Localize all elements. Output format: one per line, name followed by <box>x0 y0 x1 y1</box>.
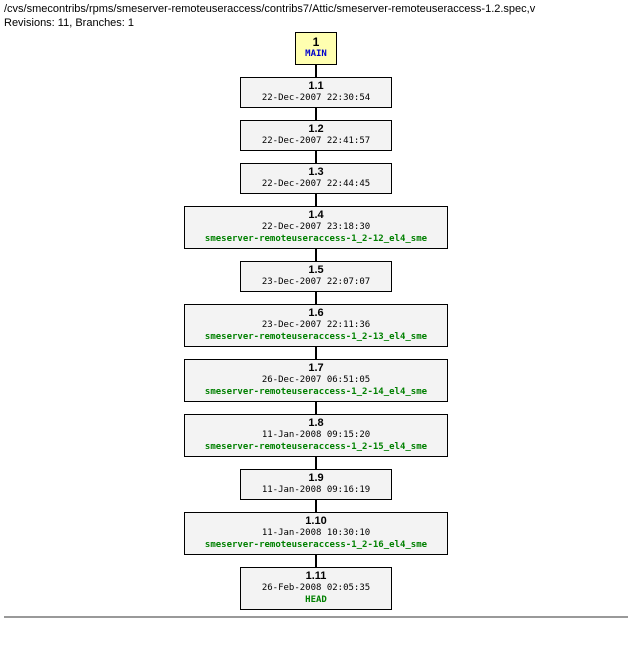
connector-line <box>0 555 632 567</box>
connector-line <box>0 402 632 414</box>
revision-number: 1.2 <box>247 123 385 135</box>
revision-meta: Revisions: 11, Branches: 1 <box>4 16 628 30</box>
revision-node[interactable]: 1.726-Dec-2007 06:51:05smeserver-remoteu… <box>184 359 448 402</box>
connector-line <box>0 457 632 469</box>
revision-date: 26-Feb-2008 02:05:35 <box>247 582 385 594</box>
revision-node[interactable]: 1.422-Dec-2007 23:18:30smeserver-remoteu… <box>184 206 448 249</box>
repo-path: /cvs/smecontribs/rpms/smeserver-remoteus… <box>4 2 628 16</box>
revision-date: 22-Dec-2007 23:18:30 <box>191 221 441 233</box>
revision-number: 1.5 <box>247 264 385 276</box>
connector-line <box>0 347 632 359</box>
revision-date: 22-Dec-2007 22:41:57 <box>247 135 385 147</box>
revision-node[interactable]: 1.222-Dec-2007 22:41:57 <box>240 120 392 151</box>
branch-box-main[interactable]: 1 MAIN <box>295 32 337 65</box>
connector-line <box>0 108 632 120</box>
revision-tag: smeserver-remoteuseraccess-1_2-13_el4_sm… <box>191 331 441 343</box>
connector-line <box>0 151 632 163</box>
revision-date: 23-Dec-2007 22:07:07 <box>247 276 385 288</box>
connector-line <box>0 500 632 512</box>
revision-tag: smeserver-remoteuseraccess-1_2-12_el4_sm… <box>191 233 441 245</box>
revision-node[interactable]: 1.1126-Feb-2008 02:05:35HEAD <box>240 567 392 610</box>
revision-date: 11-Jan-2008 10:30:10 <box>191 527 441 539</box>
revision-node[interactable]: 1.911-Jan-2008 09:16:19 <box>240 469 392 500</box>
revision-date: 22-Dec-2007 22:44:45 <box>247 178 385 190</box>
revision-node[interactable]: 1.322-Dec-2007 22:44:45 <box>240 163 392 194</box>
revision-number: 1.6 <box>191 307 441 319</box>
revision-date: 23-Dec-2007 22:11:36 <box>191 319 441 331</box>
revision-number: 1.9 <box>247 472 385 484</box>
branch-name: MAIN <box>296 48 336 60</box>
revision-date: 11-Jan-2008 09:16:19 <box>247 484 385 496</box>
revision-node[interactable]: 1.1011-Jan-2008 10:30:10smeserver-remote… <box>184 512 448 555</box>
revision-number: 1.10 <box>191 515 441 527</box>
revision-node[interactable]: 1.811-Jan-2008 09:15:20smeserver-remoteu… <box>184 414 448 457</box>
revision-graph: 1 MAIN 1.122-Dec-2007 22:30:541.222-Dec-… <box>0 32 632 610</box>
connector-line <box>0 249 632 261</box>
revision-number: 1.7 <box>191 362 441 374</box>
revision-date: 26-Dec-2007 06:51:05 <box>191 374 441 386</box>
header: /cvs/smecontribs/rpms/smeserver-remoteus… <box>0 0 632 32</box>
revision-tag: smeserver-remoteuseraccess-1_2-16_el4_sm… <box>191 539 441 551</box>
connector-line <box>0 292 632 304</box>
revision-date: 11-Jan-2008 09:15:20 <box>191 429 441 441</box>
revision-number: 1.4 <box>191 209 441 221</box>
revision-tag: smeserver-remoteuseraccess-1_2-14_el4_sm… <box>191 386 441 398</box>
revision-tag: HEAD <box>247 594 385 606</box>
branch-number: 1 <box>296 36 336 48</box>
revision-date: 22-Dec-2007 22:30:54 <box>247 92 385 104</box>
revision-node[interactable]: 1.523-Dec-2007 22:07:07 <box>240 261 392 292</box>
revision-number: 1.11 <box>247 570 385 582</box>
revision-node[interactable]: 1.122-Dec-2007 22:30:54 <box>240 77 392 108</box>
footer-separator <box>4 616 628 618</box>
revision-node[interactable]: 1.623-Dec-2007 22:11:36smeserver-remoteu… <box>184 304 448 347</box>
revision-number: 1.8 <box>191 417 441 429</box>
revision-tag: smeserver-remoteuseraccess-1_2-15_el4_sm… <box>191 441 441 453</box>
connector-line <box>0 194 632 206</box>
revision-number: 1.1 <box>247 80 385 92</box>
connector-line <box>0 65 632 77</box>
revision-number: 1.3 <box>247 166 385 178</box>
